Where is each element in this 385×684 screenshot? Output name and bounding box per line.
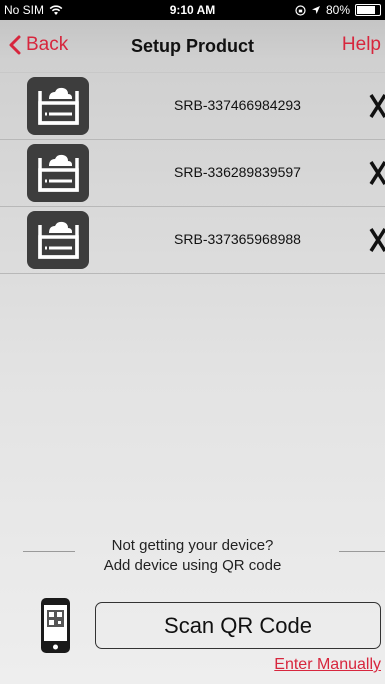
device-row[interactable]: SRB-336289839597 xyxy=(0,140,385,207)
device-name: SRB-336289839597 xyxy=(174,164,301,180)
help-button[interactable]: Help xyxy=(342,34,381,56)
hint-line-2: Add device using QR code xyxy=(103,557,282,574)
device-name: SRB-337466984293 xyxy=(174,97,301,113)
nav-bar: Back Setup Product Help xyxy=(0,20,385,73)
location-icon xyxy=(311,6,320,14)
scan-qr-code-button[interactable]: Scan QR Code xyxy=(95,602,381,649)
back-button[interactable]: Back xyxy=(8,34,68,56)
device-name: SRB-337365968988 xyxy=(174,231,301,247)
battery-percent: 80% xyxy=(325,3,350,17)
close-icon[interactable] xyxy=(369,91,385,121)
status-right: 80% xyxy=(295,3,381,17)
lock-rotation-icon xyxy=(295,4,306,16)
cloud-router-icon xyxy=(27,77,89,135)
device-row[interactable]: SRB-337466984293 xyxy=(0,73,385,140)
status-bar: No SIM 9:10 AM 80% xyxy=(0,0,385,20)
hint-line-1: Not getting your device? xyxy=(111,537,274,554)
back-label: Back xyxy=(26,34,69,55)
cloud-router-icon xyxy=(27,211,89,269)
close-icon[interactable] xyxy=(369,158,385,188)
chevron-left-icon xyxy=(9,35,21,55)
device-row[interactable]: SRB-337365968988 xyxy=(0,207,385,274)
device-list: SRB-337466984293 SRB-336289839597 SRB-33… xyxy=(0,73,385,274)
battery-icon xyxy=(355,4,381,16)
phone-qr-icon xyxy=(41,598,70,653)
cloud-router-icon xyxy=(27,144,89,202)
close-icon[interactable] xyxy=(369,225,385,255)
enter-manually-link[interactable]: Enter Manually xyxy=(274,656,381,674)
battery-fill xyxy=(357,6,375,14)
